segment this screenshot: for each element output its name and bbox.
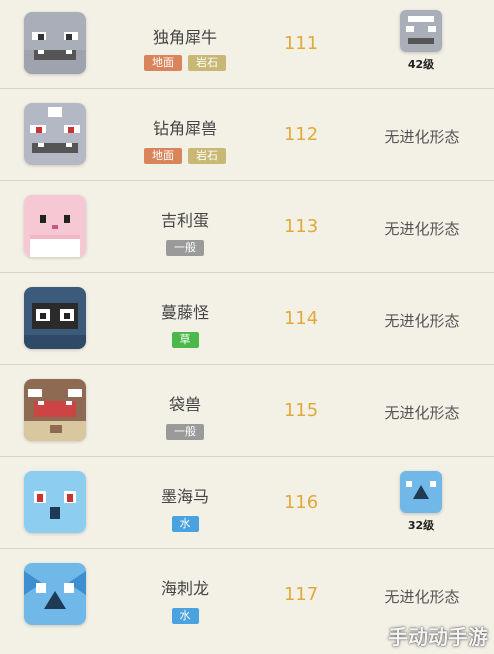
evolution-text: 无进化形态 (384, 220, 460, 238)
pokedex-number: 115 (283, 400, 319, 421)
tangela-avatar (24, 287, 86, 349)
list-item[interactable]: 独角犀牛 地面 岩石 111 42级 (0, 0, 494, 89)
seadra-evolution-icon (400, 471, 442, 513)
pokedex-number: 117 (283, 584, 319, 605)
watermark: 手动动手游 (388, 625, 488, 649)
type-badges: 水 (110, 608, 260, 624)
type-badge: 一般 (166, 424, 204, 440)
evolution-text: 无进化形态 (384, 404, 460, 422)
type-badges: 地面 岩石 (110, 55, 260, 71)
evolution[interactable]: 42级 (395, 10, 447, 72)
rhyhorn-avatar (24, 12, 86, 74)
pokemon-name: 蔓藤怪 (160, 303, 209, 322)
type-badge: 水 (171, 608, 199, 624)
pokedex-number: 111 (283, 33, 319, 54)
kangaskhan-avatar (24, 379, 86, 441)
pokemon-name: 袋兽 (168, 395, 201, 414)
rhydon-avatar (24, 103, 86, 165)
rhydon-evolution-icon (400, 10, 442, 52)
pokemon-name: 墨海马 (160, 487, 209, 506)
list-item[interactable]: 蔓藤怪 草 114 无进化形态 (0, 273, 494, 365)
type-badge: 草 (171, 332, 199, 348)
evolution-text: 无进化形态 (384, 128, 460, 146)
chansey-avatar (24, 195, 86, 257)
evolution-level: 42级 (407, 58, 435, 71)
pokedex-number: 113 (283, 216, 319, 237)
pokedex-number: 112 (283, 124, 319, 145)
type-badges: 一般 (110, 240, 260, 256)
type-badge: 地面 (144, 148, 182, 164)
type-badges: 草 (110, 332, 260, 348)
type-badge: 地面 (144, 55, 182, 71)
list-item[interactable]: 墨海马 水 116 32级 (0, 457, 494, 549)
pokemon-list: 独角犀牛 地面 岩石 111 42级 钻角犀兽 地面 岩石 112 无进化形态 … (0, 0, 494, 654)
list-item[interactable]: 袋兽 一般 115 无进化形态 (0, 365, 494, 457)
list-item[interactable]: 吉利蛋 一般 113 无进化形态 (0, 181, 494, 273)
type-badges: 地面 岩石 (110, 148, 260, 164)
type-badge: 岩石 (188, 148, 226, 164)
pokemon-name: 吉利蛋 (160, 211, 209, 230)
type-badge: 岩石 (188, 55, 226, 71)
evolution-text: 无进化形态 (384, 312, 460, 330)
pokemon-name: 海刺龙 (160, 579, 209, 598)
horsea-avatar (24, 471, 86, 533)
seadra-avatar (24, 563, 86, 625)
pokedex-number: 116 (283, 492, 319, 513)
pokemon-name: 钻角犀兽 (152, 119, 217, 138)
type-badge: 水 (171, 516, 199, 532)
type-badge: 一般 (166, 240, 204, 256)
type-badges: 水 (110, 516, 260, 532)
type-badges: 一般 (110, 424, 260, 440)
pokemon-name: 独角犀牛 (152, 28, 217, 47)
evolution-text: 无进化形态 (384, 588, 460, 606)
list-item[interactable]: 钻角犀兽 地面 岩石 112 无进化形态 (0, 89, 494, 181)
evolution-level: 32级 (407, 519, 435, 532)
pokedex-number: 114 (283, 308, 319, 329)
evolution[interactable]: 32级 (395, 471, 447, 533)
